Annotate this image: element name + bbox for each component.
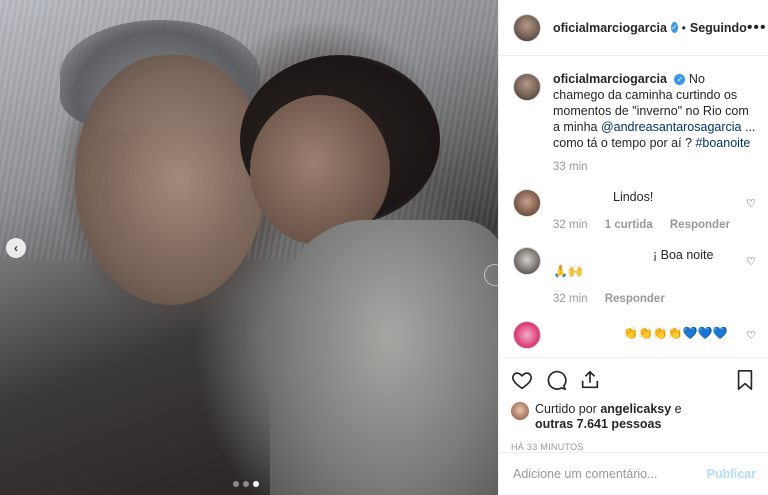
- comment-input[interactable]: [513, 467, 707, 481]
- likes-prefix: Curtido por: [535, 402, 601, 416]
- photo-detail: [75, 55, 265, 305]
- likes-user-link[interactable]: angelicaksy: [600, 402, 671, 416]
- comment-text: ¡ Boa noite: [653, 248, 714, 262]
- publish-button[interactable]: Publicar: [707, 467, 756, 481]
- likes-others-link[interactable]: outras 7.641 pessoas: [535, 417, 661, 431]
- share-icon[interactable]: [579, 369, 601, 391]
- post-timestamp[interactable]: HÁ 33 MINUTOS: [511, 442, 756, 452]
- likes-summary: Curtido por angelicaksy e outras 7.641 p…: [511, 402, 756, 432]
- username-link[interactable]: oficialmarciogarcia: [553, 21, 667, 35]
- like-comment-icon[interactable]: ♡: [746, 329, 756, 342]
- separator-dot: •: [681, 20, 686, 35]
- chevron-left-icon: ‹: [14, 241, 18, 255]
- more-options-icon[interactable]: •••: [747, 19, 767, 37]
- reply-button[interactable]: Responder: [605, 293, 665, 305]
- carousel-dot-active: [253, 481, 259, 487]
- avatar[interactable]: [513, 247, 541, 275]
- avatar[interactable]: [513, 189, 541, 217]
- caption-time: 33 min: [553, 161, 588, 173]
- comment-time[interactable]: 32 min: [553, 219, 588, 231]
- avatar[interactable]: [511, 402, 529, 420]
- comment-time[interactable]: 32 min: [553, 293, 588, 305]
- comment-item: Lindos! 32 min 1 curtida Responder ♡: [513, 189, 756, 233]
- reply-button[interactable]: Responder: [670, 219, 730, 231]
- post-photo[interactable]: ‹: [0, 0, 498, 495]
- avatar[interactable]: [513, 13, 541, 42]
- photo-detail: [270, 220, 498, 495]
- add-comment-bar: Publicar: [499, 452, 768, 495]
- caption: oficialmarciogarcia ✓ No chamego da cami…: [513, 71, 756, 175]
- comment-likes[interactable]: 1 curtida: [605, 219, 653, 231]
- post-header: oficialmarciogarcia ✓ • Seguindo •••: [499, 0, 768, 56]
- instagram-post: ‹ oficialmarciogarcia ✓ • Seguindo ••• o…: [0, 0, 768, 495]
- avatar[interactable]: [513, 73, 541, 101]
- verified-badge-icon: ✓: [670, 22, 678, 33]
- like-comment-icon[interactable]: ♡: [746, 255, 756, 268]
- comment-emoji: 🙏🙌: [553, 264, 583, 278]
- comment-meta: 32 min 1 curtida Responder: [553, 217, 756, 233]
- comments-list[interactable]: oficialmarciogarcia ✓ No chamego da cami…: [499, 57, 768, 349]
- comment-body: 👏👏👏👏💙💙💙: [553, 321, 756, 349]
- carousel-dot: [243, 481, 249, 487]
- carousel-dot: [233, 481, 239, 487]
- carousel-prev-button[interactable]: ‹: [6, 238, 26, 258]
- comment-text: Lindos!: [613, 190, 654, 204]
- heart-icon[interactable]: [511, 369, 533, 391]
- caption-username[interactable]: oficialmarciogarcia: [553, 72, 667, 86]
- hashtag-link[interactable]: #boanoite: [695, 136, 750, 150]
- comment-item: ¡ Boa noite 🙏🙌 32 min Responder ♡: [513, 247, 756, 307]
- carousel-dots: [233, 481, 259, 487]
- like-comment-icon[interactable]: ♡: [746, 197, 756, 210]
- comment-icon[interactable]: [545, 369, 567, 391]
- mention-link[interactable]: @andreasantarosagarcia: [601, 120, 742, 134]
- post-panel: oficialmarciogarcia ✓ • Seguindo ••• ofi…: [498, 0, 768, 495]
- comment-body: Lindos! 32 min 1 curtida Responder: [553, 189, 756, 233]
- comment-item: 👏👏👏👏💙💙💙 ♡: [513, 321, 756, 349]
- bookmark-icon[interactable]: [734, 369, 756, 391]
- comment-meta: 32 min Responder: [553, 291, 756, 307]
- comment-body: ¡ Boa noite 🙏🙌 32 min Responder: [553, 247, 756, 307]
- post-actions: Curtido por angelicaksy e outras 7.641 p…: [499, 357, 768, 452]
- verified-badge-icon: ✓: [674, 74, 686, 86]
- caption-body: oficialmarciogarcia ✓ No chamego da cami…: [553, 71, 756, 175]
- likes-mid: e: [671, 402, 682, 416]
- comment-text: 👏👏👏👏💙💙💙: [623, 326, 728, 340]
- following-button[interactable]: Seguindo: [690, 21, 747, 35]
- avatar[interactable]: [513, 321, 541, 349]
- action-icons: [511, 366, 756, 394]
- likes-text: Curtido por angelicaksy e outras 7.641 p…: [535, 402, 682, 432]
